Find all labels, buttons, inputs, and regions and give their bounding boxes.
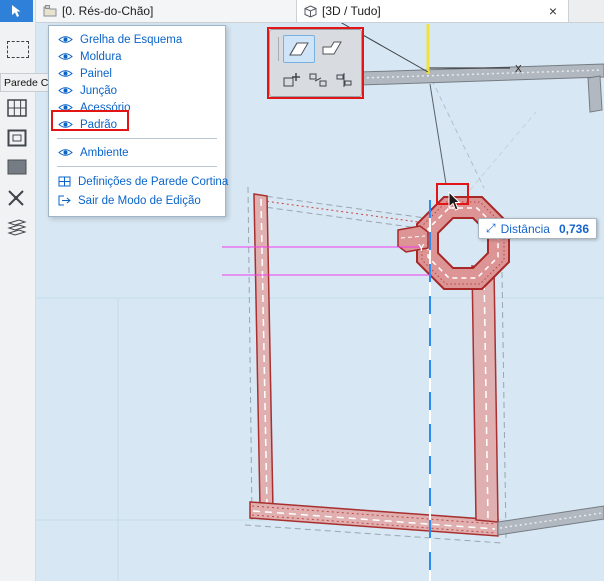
panel-scheme-icon [289, 42, 309, 56]
scheme-grid-icon [7, 99, 27, 117]
curtain-wall-bottom-mullion[interactable] [249, 501, 499, 537]
application-window: X Y [0. Rés-do-Chão] [3D / Tudo] × Pared… [0, 0, 604, 581]
panel-align-button[interactable] [332, 68, 356, 92]
selection-outline [501, 271, 507, 539]
panel-icon [7, 159, 27, 175]
tab-floor-plan[interactable]: [0. Rés-do-Chão] [36, 0, 297, 22]
tab-label: [3D / Tudo] [322, 4, 381, 18]
pet-palette [269, 29, 362, 97]
menu-item-label: Acessório [80, 101, 131, 114]
menu-item-label: Moldura [80, 50, 122, 63]
menu-item-label: Padrão [80, 118, 118, 131]
palette-handle[interactable] [278, 37, 279, 61]
menu-item-scheme-grid[interactable]: Grelha de Esquema [49, 31, 225, 48]
panel-swap-icon [309, 73, 327, 87]
curtain-wall-left-mullion[interactable] [253, 193, 274, 511]
menu-item-label: Grelha de Esquema [80, 33, 183, 46]
cube-icon [304, 4, 317, 18]
beam-stub[interactable] [587, 75, 603, 113]
select-tool[interactable] [0, 0, 33, 22]
menu-item-pattern[interactable]: Padrão [49, 116, 225, 133]
axis-x-label: X [515, 64, 522, 75]
tab-3d[interactable]: [3D / Tudo] × [297, 0, 569, 22]
menu-item-environment[interactable]: Ambiente [49, 144, 225, 161]
panel-tool[interactable] [7, 159, 27, 175]
eye-icon [58, 53, 73, 60]
measure-arrows-icon: ⤢ [486, 221, 496, 235]
selection-outline [247, 186, 253, 521]
tab-label: [0. Rés-do-Chão] [62, 4, 154, 18]
menu-item-curtain-wall-settings[interactable]: Definições de Parede Cortina [49, 172, 229, 191]
eye-icon [58, 121, 73, 128]
panel-swap-button[interactable] [306, 68, 330, 92]
panel-move-icon [283, 73, 300, 87]
menu-item-label: Ambiente [80, 146, 129, 159]
scheme-grid-tool[interactable] [7, 99, 27, 117]
menu-item-label: Junção [80, 84, 118, 97]
menu-item-junction[interactable]: Junção [49, 82, 225, 99]
menu-separator [57, 166, 217, 167]
eye-icon [58, 87, 73, 94]
menu-item-exit-edit-mode[interactable]: Sair de Modo de Edição [49, 191, 225, 210]
panel-move-button[interactable] [280, 68, 304, 92]
panel-scheme-alt-icon [322, 41, 342, 55]
top-member-ghost [256, 194, 441, 221]
panel-align-icon [336, 73, 352, 87]
eye-icon [58, 104, 73, 111]
panel-scheme-alt-button[interactable] [317, 35, 347, 61]
top-member-ghost-red [256, 199, 441, 226]
close-tab-button[interactable]: × [545, 4, 561, 18]
curtain-wall-right-mullion[interactable] [471, 265, 499, 523]
menu-item-label: Sair de Modo de Edição [78, 194, 201, 207]
tooltip-label: Distância [500, 221, 550, 236]
menu-item-label: Painel [80, 67, 112, 80]
edge-line [429, 83, 447, 185]
menu-separator [57, 138, 217, 139]
eye-icon [58, 70, 73, 77]
floor-plan-icon [43, 5, 57, 17]
panel-scheme-button-selected[interactable] [283, 35, 315, 63]
tool-sidebar: Parede C [0, 0, 49, 581]
junction-tool[interactable] [7, 189, 25, 207]
axis-y-label: Y [418, 243, 425, 254]
accessory-icon [7, 219, 27, 236]
marquee-tool[interactable] [7, 41, 29, 58]
accessory-tool[interactable] [7, 218, 27, 236]
arrow-cursor-icon [11, 5, 20, 17]
construction-guide [427, 71, 485, 189]
menu-item-accessory[interactable]: Acessório [49, 99, 225, 116]
eye-icon [58, 149, 73, 156]
distance-tooltip: ⤢ Distância 0,736 [478, 218, 597, 239]
frame-tool[interactable] [7, 129, 27, 147]
menu-item-frame[interactable]: Moldura [49, 48, 225, 65]
frame-icon [7, 129, 27, 147]
settings-panel-icon [58, 176, 71, 187]
menu-item-label: Definições de Parede Cortina [78, 175, 229, 188]
junction-icon [8, 190, 24, 206]
menu-item-panel[interactable]: Painel [49, 65, 225, 82]
toolbar-panel-label[interactable]: Parede C [0, 73, 49, 92]
tab-bar: [0. Rés-do-Chão] [3D / Tudo] × [36, 0, 604, 23]
tooltip-value: 0,736 [558, 221, 589, 236]
eye-icon [58, 36, 73, 43]
exit-icon [58, 195, 71, 206]
construction-guide [469, 111, 537, 191]
curtain-wall-edit-menu: Grelha de Esquema Moldura Painel Junção … [48, 25, 229, 217]
